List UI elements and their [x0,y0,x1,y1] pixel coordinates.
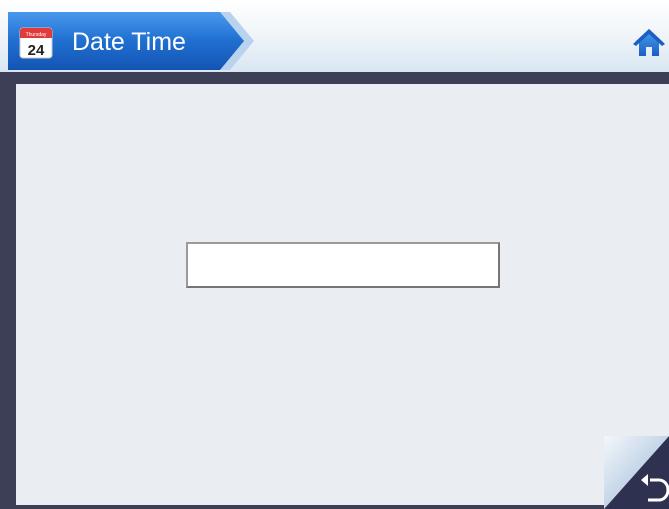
home-button[interactable] [632,26,666,60]
datetime-input[interactable] [186,242,500,288]
date-time-screen: Thursday 24 Date Time [0,0,669,509]
page-title: Date Time [72,28,186,56]
calendar-day: 24 [28,42,45,59]
header-bar: Thursday 24 Date Time [0,0,669,72]
calendar-weekday: Thursday [26,32,47,38]
calendar-icon: Thursday 24 [18,26,58,60]
home-icon [633,29,665,56]
content-panel [16,84,669,505]
back-button[interactable] [604,436,669,509]
